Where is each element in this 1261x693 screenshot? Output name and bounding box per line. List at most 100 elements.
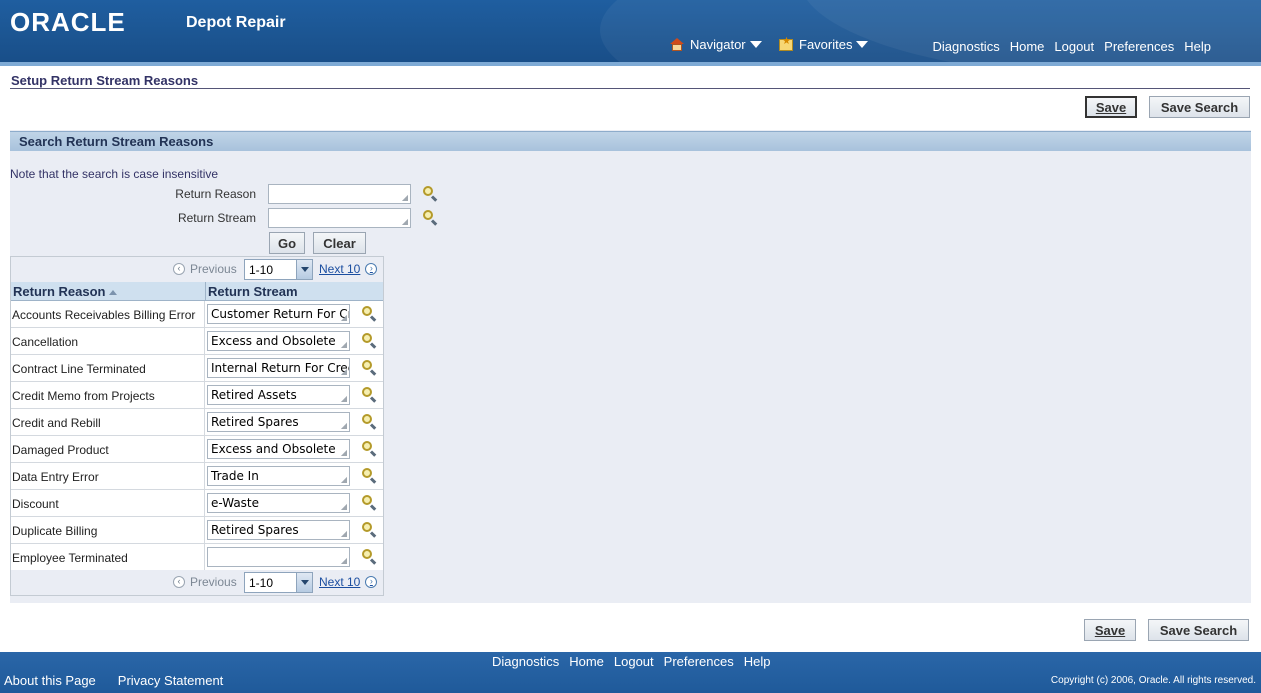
range-select[interactable]: 1-10 xyxy=(244,572,313,593)
region-title: Search Return Stream Reasons xyxy=(19,134,214,149)
table-row: Cancellation Excess and Obsolete ◢ xyxy=(11,328,383,355)
row-stream-input[interactable]: ◢ xyxy=(207,547,350,567)
table-row: Employee Terminated ◢ xyxy=(11,544,383,571)
oracle-logo: ORACLE xyxy=(10,7,126,37)
row-stream-value: Retired Assets xyxy=(211,388,297,402)
next-link[interactable]: Next 10 › xyxy=(319,575,378,589)
search-icon[interactable] xyxy=(422,209,438,226)
row-stream-input[interactable]: Retired Spares ◢ xyxy=(207,520,350,540)
next-icon: › xyxy=(365,263,378,275)
footer-secondary-links: About this Page Privacy Statement xyxy=(4,673,223,688)
save-button-label: Save xyxy=(1095,99,1127,115)
search-icon[interactable] xyxy=(361,386,377,403)
search-icon[interactable] xyxy=(361,440,377,457)
table-row: Accounts Receivables Billing Error Custo… xyxy=(11,301,383,328)
row-stream-value: e-Waste xyxy=(211,496,260,510)
favorites-label: Favorites xyxy=(799,37,853,52)
search-note: Note that the search is case insensitive xyxy=(10,167,219,181)
save-search-button-bottom[interactable]: Save Search xyxy=(1148,619,1249,641)
footer-link-help[interactable]: Help xyxy=(744,654,771,669)
resize-handle-icon: ◢ xyxy=(401,193,408,202)
link-home[interactable]: Home xyxy=(1010,39,1045,54)
footer-link-preferences[interactable]: Preferences xyxy=(664,654,734,669)
return-stream-input[interactable]: ◢ xyxy=(268,208,411,228)
row-reason: Contract Line Terminated xyxy=(12,362,146,376)
privacy-statement-link[interactable]: Privacy Statement xyxy=(118,673,224,688)
global-links: Diagnostics Home Logout Preferences Help xyxy=(933,39,1212,54)
footer-link-home[interactable]: Home xyxy=(569,654,604,669)
save-button-bottom[interactable]: Save xyxy=(1084,619,1136,641)
previous-icon: ‹ xyxy=(173,576,185,588)
row-reason: Cancellation xyxy=(12,335,79,349)
table-row: Duplicate Billing Retired Spares ◢ xyxy=(11,517,383,544)
favorites-icon xyxy=(779,36,793,51)
return-stream-label: Return Stream xyxy=(177,211,256,225)
row-stream-input[interactable]: Retired Spares ◢ xyxy=(207,412,350,432)
search-icon[interactable] xyxy=(361,305,377,322)
save-button[interactable]: Save xyxy=(1085,96,1137,118)
favorites-menu[interactable]: Favorites xyxy=(779,36,869,52)
resize-handle-icon: ◢ xyxy=(401,217,408,226)
previous-label: Previous xyxy=(190,575,237,589)
app-title: Depot Repair xyxy=(186,14,286,31)
row-reason: Credit and Rebill xyxy=(12,416,101,430)
row-reason: Accounts Receivables Billing Error xyxy=(12,308,196,322)
save-search-button[interactable]: Save Search xyxy=(1149,96,1250,118)
results-table: ‹ Previous 1-10 Next 10 › Return Reason Re… xyxy=(10,256,384,596)
footer-links: Diagnostics Home Logout Preferences Help xyxy=(492,654,771,669)
row-stream-input[interactable]: Internal Return For Credit ◢ xyxy=(207,358,350,378)
return-reason-input[interactable]: ◢ xyxy=(268,184,411,204)
table-row: Discount e-Waste ◢ xyxy=(11,490,383,517)
next-link[interactable]: Next 10 › xyxy=(319,262,378,276)
resize-handle-icon: ◢ xyxy=(340,448,347,457)
row-stream-input[interactable]: e-Waste ◢ xyxy=(207,493,350,513)
range-select[interactable]: 1-10 xyxy=(244,259,313,280)
app-header xyxy=(0,0,1261,66)
table-row: Data Entry Error Trade In ◢ xyxy=(11,463,383,490)
row-stream-input[interactable]: Retired Assets ◢ xyxy=(207,385,350,405)
row-stream-input[interactable]: Customer Return For Credit◢ xyxy=(207,304,350,324)
link-diagnostics[interactable]: Diagnostics xyxy=(933,39,1000,54)
footer-link-logout[interactable]: Logout xyxy=(614,654,654,669)
table-row: Damaged Product Excess and Obsolete ◢ xyxy=(11,436,383,463)
about-page-link[interactable]: About this Page xyxy=(4,673,96,688)
search-icon[interactable] xyxy=(361,467,377,484)
table-nav-top: ‹ Previous 1-10 Next 10 › xyxy=(11,257,383,282)
title-divider xyxy=(10,88,1250,89)
column-header-return-reason[interactable]: Return Reason xyxy=(11,282,205,301)
row-stream-value: Excess and Obsolete xyxy=(211,442,336,456)
previous-link: ‹ Previous xyxy=(173,575,237,589)
search-icon[interactable] xyxy=(422,185,438,202)
range-value: 1-10 xyxy=(249,263,274,277)
search-icon[interactable] xyxy=(361,548,377,565)
clear-button[interactable]: Clear xyxy=(313,232,366,254)
row-stream-value: Retired Spares xyxy=(211,415,299,429)
resize-handle-icon: ◢ xyxy=(340,502,347,511)
row-reason: Employee Terminated xyxy=(12,551,128,565)
go-button[interactable]: Go xyxy=(269,232,305,254)
chevron-down-icon xyxy=(296,573,312,592)
resize-handle-icon: ◢ xyxy=(340,394,347,403)
search-icon[interactable] xyxy=(361,521,377,538)
search-icon[interactable] xyxy=(361,413,377,430)
chevron-down-icon xyxy=(749,41,762,48)
search-icon[interactable] xyxy=(361,359,377,376)
row-stream-value: Trade In xyxy=(211,469,259,483)
search-icon[interactable] xyxy=(361,494,377,511)
next-icon: › xyxy=(365,576,378,588)
table-nav-bottom: ‹ Previous 1-10 Next 10 › xyxy=(11,570,383,595)
search-icon[interactable] xyxy=(361,332,377,349)
link-help[interactable]: Help xyxy=(1184,39,1211,54)
chevron-down-icon xyxy=(296,260,312,279)
row-stream-input[interactable]: Trade In ◢ xyxy=(207,466,350,486)
navigator-menu[interactable]: Navigator xyxy=(670,37,762,52)
row-stream-input[interactable]: Excess and Obsolete ◢ xyxy=(207,331,350,351)
resize-handle-icon: ◢ xyxy=(340,340,347,349)
row-stream-input[interactable]: Excess and Obsolete ◢ xyxy=(207,439,350,459)
previous-icon: ‹ xyxy=(173,263,185,275)
chevron-down-icon xyxy=(856,41,869,48)
footer-link-diagnostics[interactable]: Diagnostics xyxy=(492,654,559,669)
region-header: Search Return Stream Reasons xyxy=(10,131,1251,151)
link-preferences[interactable]: Preferences xyxy=(1104,39,1174,54)
link-logout[interactable]: Logout xyxy=(1054,39,1094,54)
